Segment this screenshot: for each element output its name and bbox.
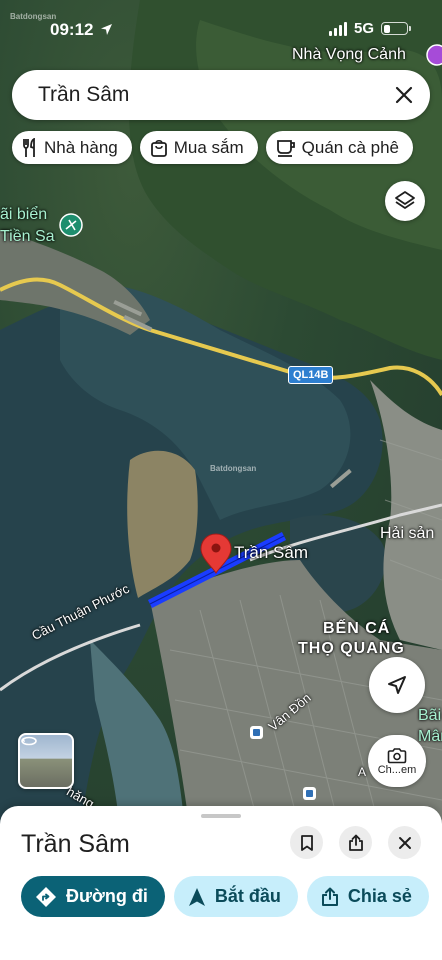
chip-label: Nhà hàng — [44, 137, 118, 157]
share-place-button[interactable] — [339, 826, 372, 859]
battery-icon — [381, 22, 411, 35]
bus-stop-icon[interactable] — [303, 787, 316, 800]
sheet-drag-handle[interactable] — [201, 814, 241, 818]
lens-label: Ch...em — [377, 764, 417, 776]
save-place-button[interactable] — [290, 826, 323, 859]
directions-icon — [36, 886, 56, 907]
coffee-cup-icon — [276, 139, 295, 157]
map-watermark: Batdongsan — [210, 464, 257, 473]
chip-restaurants[interactable]: Nhà hàng — [12, 131, 132, 164]
navigation-arrow-icon — [188, 887, 205, 906]
map-label-beach[interactable]: Tiền Sa — [0, 228, 55, 246]
map-layers-button[interactable] — [385, 181, 425, 221]
place-title: Trần Sâm — [21, 830, 130, 858]
street-view-thumbnail[interactable] — [18, 733, 74, 789]
camera-lens-icon — [387, 748, 407, 764]
search-bar[interactable]: Trần Sâm — [12, 70, 430, 120]
chip-shopping[interactable]: Mua sắm — [139, 131, 258, 164]
action-label: Bắt đầu — [214, 886, 281, 906]
map-label-marker: A — [358, 765, 367, 779]
search-input[interactable]: Trần Sâm — [38, 83, 384, 107]
bus-stop-icon[interactable] — [250, 726, 263, 739]
shopping-bag-icon — [150, 139, 167, 157]
road-shield-ql14b: QL14B — [288, 366, 334, 384]
action-label: Chia sẻ — [347, 886, 412, 906]
share-button[interactable]: Chia sẻ — [306, 876, 429, 917]
network-type: 5G — [353, 20, 374, 37]
chip-label: Mua sắm — [173, 137, 244, 157]
place-bottom-sheet[interactable]: Trần Sâm Đường đi Bắt đầu Chia sẻ — [0, 806, 442, 960]
cellular-signal-icon — [328, 21, 347, 36]
layers-icon — [395, 191, 415, 209]
directions-button[interactable]: Đường đi — [21, 876, 165, 917]
close-sheet-button[interactable] — [388, 826, 421, 859]
attraction-marker-icon[interactable] — [59, 213, 83, 237]
my-location-button[interactable] — [369, 657, 425, 713]
close-icon — [398, 836, 411, 849]
map-label-selected-street[interactable]: Trần Sâm — [234, 543, 308, 563]
action-buttons: Đường đi Bắt đầu Chia sẻ — [21, 876, 429, 917]
satellite-imagery — [0, 0, 442, 830]
rotate-360-icon — [21, 736, 37, 746]
status-bar: 09:12 5G — [0, 0, 442, 56]
map-label-port[interactable]: THỌ QUANG — [298, 640, 405, 658]
location-arrow-icon — [101, 24, 113, 35]
start-navigation-button[interactable]: Bắt đầu — [173, 876, 298, 917]
map-label-beach[interactable]: ãi biển — [0, 206, 47, 224]
status-indicators: 5G — [328, 20, 411, 37]
lens-search-button[interactable]: Ch...em — [368, 735, 426, 787]
category-chips: Nhà hàng Mua sắm Quán cà phê — [12, 131, 414, 164]
navigation-arrow-outline-icon — [388, 676, 406, 694]
status-time: 09:12 — [50, 20, 113, 40]
chip-label: Quán cà phê — [301, 137, 400, 157]
close-icon — [395, 86, 413, 104]
share-icon — [348, 834, 363, 851]
map-label-port[interactable]: BẾN CÁ — [323, 620, 390, 638]
share-icon — [321, 887, 338, 906]
bookmark-icon — [300, 834, 313, 851]
map-label-edge[interactable]: Bãi — [418, 707, 441, 725]
map-view[interactable]: Batdongsan Batdongsan Nhà Vọng Cảnh ãi b… — [0, 0, 442, 830]
chip-coffee[interactable]: Quán cà phê — [265, 131, 414, 164]
action-label: Đường đi — [66, 886, 148, 906]
map-label-edge[interactable]: Mân — [418, 728, 442, 746]
fork-knife-icon — [23, 137, 35, 157]
clear-search-button[interactable] — [384, 75, 424, 115]
map-label-restaurant[interactable]: Hải sản — [380, 525, 434, 543]
